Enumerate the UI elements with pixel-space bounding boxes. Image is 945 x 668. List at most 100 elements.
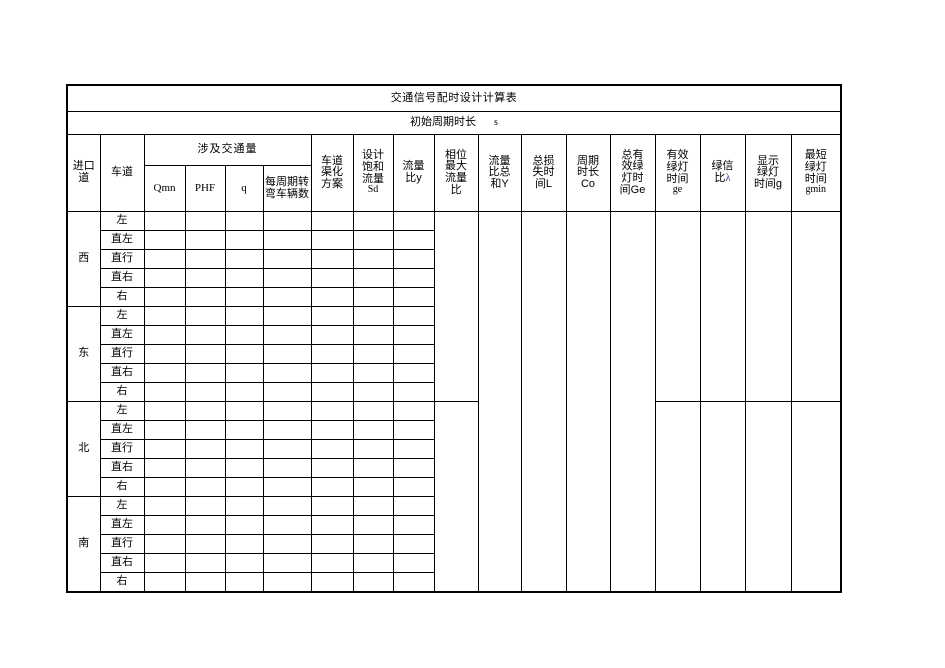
cell-qmn[interactable]: [143, 477, 186, 497]
cell-total-lost-time-L[interactable]: [520, 211, 567, 593]
cell-flow-ratio[interactable]: [392, 249, 435, 269]
cell-flow-ratio[interactable]: [392, 363, 435, 383]
cell-phf[interactable]: [184, 230, 226, 250]
cell-turning[interactable]: [262, 287, 312, 307]
cell-saturation-flow[interactable]: [352, 477, 394, 497]
cell-channelization[interactable]: [310, 249, 354, 269]
cell-saturation-flow[interactable]: [352, 230, 394, 250]
cell-saturation-flow[interactable]: [352, 363, 394, 383]
cell-q[interactable]: [224, 382, 264, 402]
cell-qmn[interactable]: [143, 439, 186, 459]
cell-channelization[interactable]: [310, 363, 354, 383]
cell-total-effective-green-Ge[interactable]: [609, 211, 656, 593]
cell-phase-max-flow-ratio-lower[interactable]: [433, 401, 479, 593]
cell-channelization[interactable]: [310, 534, 354, 554]
cell-turning[interactable]: [262, 325, 312, 345]
cell-saturation-flow[interactable]: [352, 572, 394, 593]
cell-turning[interactable]: [262, 496, 312, 516]
cell-phf[interactable]: [184, 534, 226, 554]
cell-saturation-flow[interactable]: [352, 287, 394, 307]
cell-turning[interactable]: [262, 382, 312, 402]
cell-phf[interactable]: [184, 363, 226, 383]
cell-phf[interactable]: [184, 249, 226, 269]
cell-turning[interactable]: [262, 344, 312, 364]
cell-phf[interactable]: [184, 268, 226, 288]
cell-qmn[interactable]: [143, 306, 186, 326]
cell-effective-green-ge-upper[interactable]: [654, 211, 701, 402]
cell-saturation-flow[interactable]: [352, 268, 394, 288]
cell-phf[interactable]: [184, 211, 226, 231]
cell-green-split-lower[interactable]: [699, 401, 746, 593]
cell-cycle-length-Co[interactable]: [565, 211, 611, 593]
cell-phf[interactable]: [184, 572, 226, 593]
cell-saturation-flow[interactable]: [352, 420, 394, 440]
cell-phf[interactable]: [184, 477, 226, 497]
cell-saturation-flow[interactable]: [352, 382, 394, 402]
cell-qmn[interactable]: [143, 534, 186, 554]
cell-flow-ratio[interactable]: [392, 477, 435, 497]
cell-saturation-flow[interactable]: [352, 325, 394, 345]
cell-q[interactable]: [224, 572, 264, 593]
cell-saturation-flow[interactable]: [352, 306, 394, 326]
cell-saturation-flow[interactable]: [352, 211, 394, 231]
cell-phase-max-flow-ratio-upper[interactable]: [433, 211, 479, 402]
cell-channelization[interactable]: [310, 382, 354, 402]
cell-phf[interactable]: [184, 325, 226, 345]
cell-qmn[interactable]: [143, 401, 186, 421]
cell-channelization[interactable]: [310, 572, 354, 593]
cell-channelization[interactable]: [310, 496, 354, 516]
cell-turning[interactable]: [262, 363, 312, 383]
cell-flow-ratio[interactable]: [392, 420, 435, 440]
cell-phf[interactable]: [184, 553, 226, 573]
cell-flow-ratio[interactable]: [392, 515, 435, 535]
cell-phf[interactable]: [184, 401, 226, 421]
cell-qmn[interactable]: [143, 249, 186, 269]
cell-phf[interactable]: [184, 496, 226, 516]
cell-flow-ratio[interactable]: [392, 401, 435, 421]
cell-flow-ratio[interactable]: [392, 534, 435, 554]
cell-turning[interactable]: [262, 249, 312, 269]
cell-turning[interactable]: [262, 534, 312, 554]
cell-turning[interactable]: [262, 439, 312, 459]
cell-q[interactable]: [224, 211, 264, 231]
cell-turning[interactable]: [262, 401, 312, 421]
cell-phf[interactable]: [184, 420, 226, 440]
cell-flow-ratio[interactable]: [392, 382, 435, 402]
cell-flow-ratio[interactable]: [392, 553, 435, 573]
cell-channelization[interactable]: [310, 420, 354, 440]
cell-turning[interactable]: [262, 515, 312, 535]
cell-q[interactable]: [224, 515, 264, 535]
cell-qmn[interactable]: [143, 363, 186, 383]
cell-phf[interactable]: [184, 344, 226, 364]
cell-saturation-flow[interactable]: [352, 344, 394, 364]
cell-phf[interactable]: [184, 287, 226, 307]
cell-channelization[interactable]: [310, 344, 354, 364]
cell-channelization[interactable]: [310, 230, 354, 250]
cell-min-green-lower[interactable]: [790, 401, 842, 593]
cell-saturation-flow[interactable]: [352, 249, 394, 269]
cell-flow-ratio[interactable]: [392, 211, 435, 231]
cell-flow-ratio[interactable]: [392, 496, 435, 516]
cell-qmn[interactable]: [143, 553, 186, 573]
cell-turning[interactable]: [262, 420, 312, 440]
cell-phf[interactable]: [184, 306, 226, 326]
cell-q[interactable]: [224, 439, 264, 459]
cell-q[interactable]: [224, 553, 264, 573]
cell-flow-ratio[interactable]: [392, 268, 435, 288]
cell-saturation-flow[interactable]: [352, 439, 394, 459]
cell-q[interactable]: [224, 344, 264, 364]
cell-qmn[interactable]: [143, 420, 186, 440]
cell-flow-ratio[interactable]: [392, 306, 435, 326]
cell-phf[interactable]: [184, 439, 226, 459]
cell-turning[interactable]: [262, 230, 312, 250]
cell-channelization[interactable]: [310, 287, 354, 307]
cell-turning[interactable]: [262, 458, 312, 478]
cell-q[interactable]: [224, 496, 264, 516]
cell-flow-ratio[interactable]: [392, 439, 435, 459]
cell-channelization[interactable]: [310, 211, 354, 231]
initial-cycle-length-cell[interactable]: 初始周期时长 s: [66, 111, 842, 135]
cell-q[interactable]: [224, 420, 264, 440]
cell-channelization[interactable]: [310, 458, 354, 478]
cell-turning[interactable]: [262, 306, 312, 326]
cell-flow-ratio[interactable]: [392, 572, 435, 593]
